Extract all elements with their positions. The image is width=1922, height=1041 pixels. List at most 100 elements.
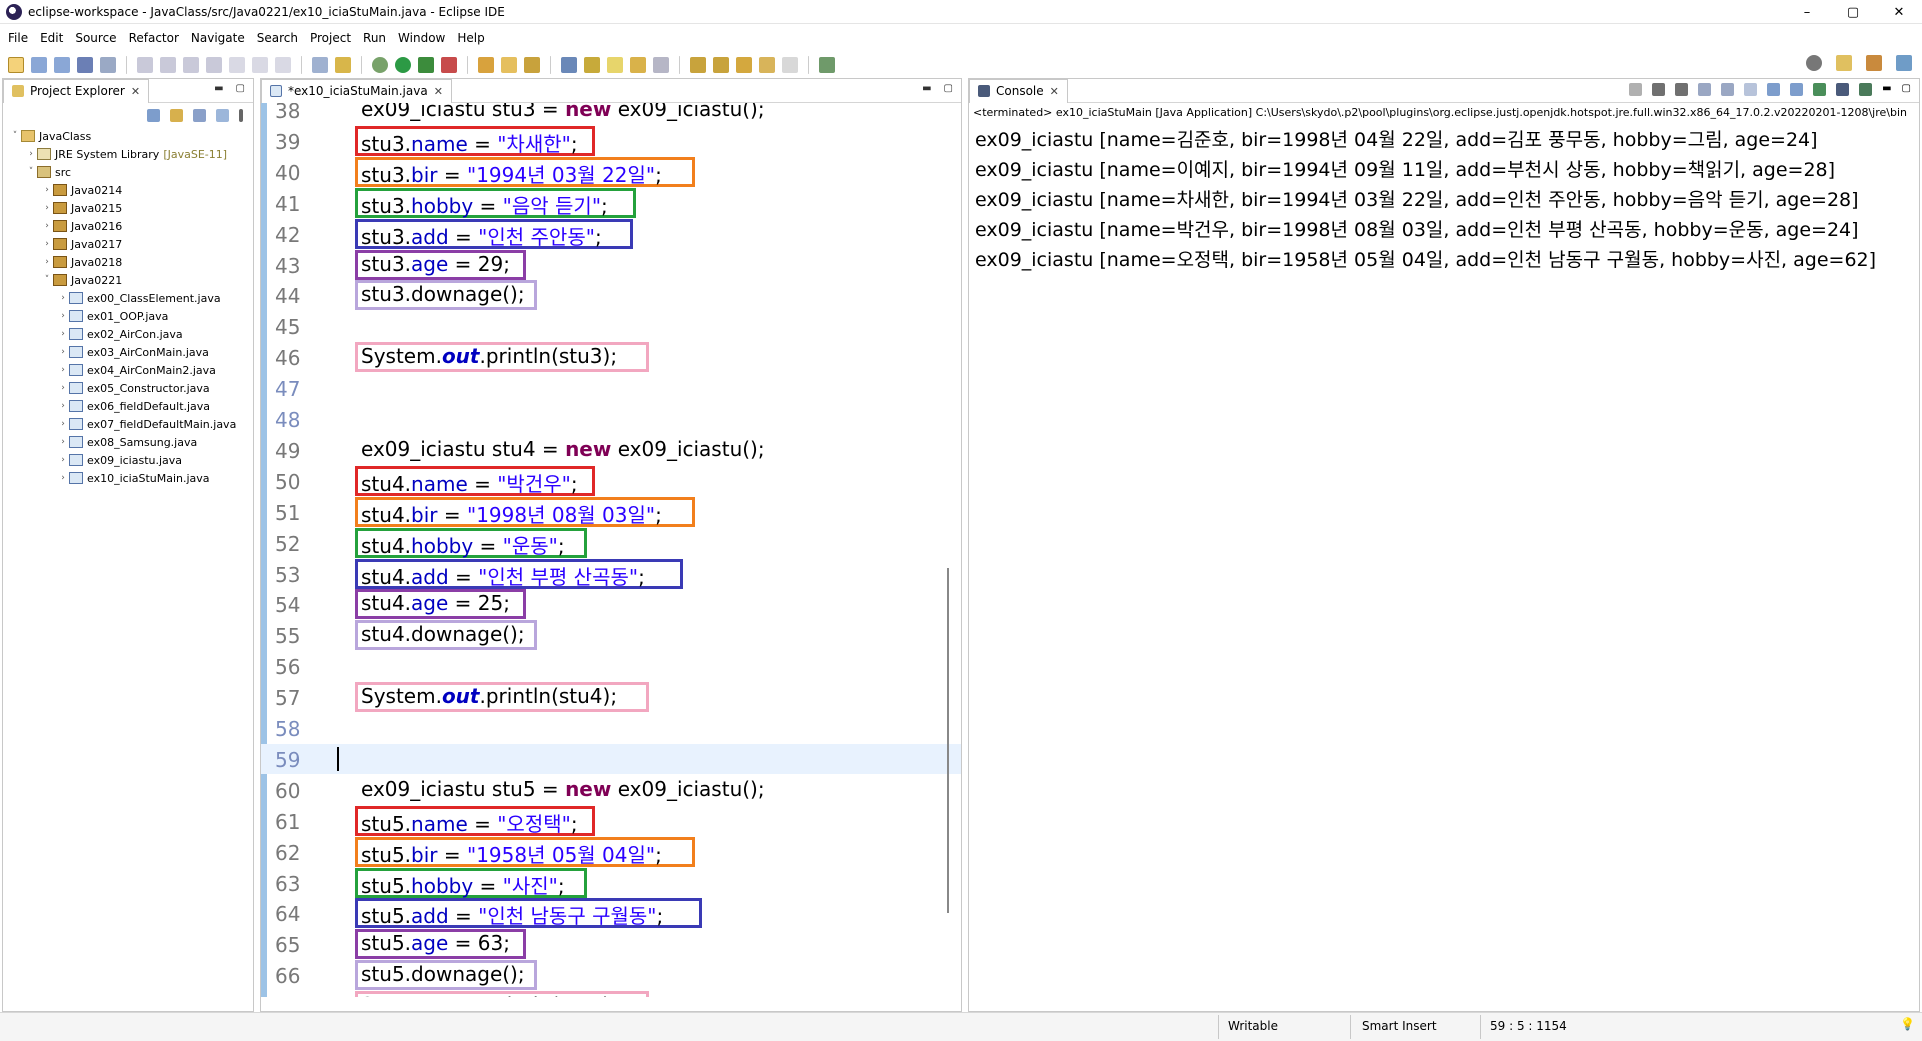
new-icon[interactable] [8,57,24,73]
toggle-block-selection-icon[interactable] [630,57,646,73]
menu-help[interactable]: Help [457,31,484,45]
step-into-icon[interactable] [229,57,245,73]
code-line[interactable]: 50 stu4.name = "박건우"; [261,465,961,496]
save-icon[interactable] [31,57,47,73]
close-icon[interactable]: ✕ [1050,85,1059,98]
forward-icon[interactable] [782,57,798,73]
code-line[interactable]: 66 stu5.downage(); [261,960,961,991]
resume-icon[interactable] [137,57,153,73]
menu-refactor[interactable]: Refactor [129,31,179,45]
chevron-right-icon[interactable]: › [41,203,53,213]
menu-source[interactable]: Source [75,31,116,45]
link-with-editor-icon[interactable] [170,108,183,122]
minimize-button[interactable]: – [1784,0,1830,24]
code-line[interactable]: 60 ex09_iciastu stu5 = new ex09_iciastu()… [261,775,961,805]
chevron-right-icon[interactable]: › [41,221,53,231]
tree-item[interactable]: › ex07_fieldDefaultMain.java [3,415,253,433]
code-line[interactable]: 51 stu4.bir = "1998년 08월 03일"; [261,496,961,527]
last-edit-location-icon[interactable] [736,57,752,73]
pin-console-icon[interactable] [1813,83,1827,96]
minimize-view-icon[interactable]: ▬ [922,83,931,94]
tree-item[interactable]: › ex10_iciaStuMain.java [3,469,253,487]
menu-file[interactable]: File [8,31,28,45]
chevron-down-icon[interactable]: ˅ [9,131,21,141]
refactor-icon[interactable] [335,57,351,73]
terminate-icon[interactable] [183,57,199,73]
code-line[interactable]: 39 stu3.name = "차새한"; [261,125,961,156]
code-line[interactable]: 52 stu4.hobby = "운동"; [261,527,961,558]
tree-item[interactable]: › ex02_AirCon.java [3,325,253,343]
open-type-icon[interactable] [561,57,577,73]
code-line[interactable]: 67 System.out.println(stu5); [261,991,961,997]
editor-vertical-scrollbar[interactable] [943,103,955,997]
maximize-view-icon[interactable]: ▢ [1902,83,1911,96]
minimize-view-icon[interactable]: ▬ [1882,83,1891,96]
chevron-right-icon[interactable]: › [41,239,53,249]
tree-item[interactable]: › JRE System Library [JavaSE-11] [3,145,253,163]
tree-item[interactable]: › Java0214 [3,181,253,199]
code-line[interactable]: 59 [261,743,961,774]
tree-item[interactable]: › ex01_OOP.java [3,307,253,325]
tree-item[interactable]: › Java0217 [3,235,253,253]
tree-item[interactable]: › ex05_Constructor.java [3,379,253,397]
chevron-right-icon[interactable]: › [57,455,69,465]
previous-annotation-icon[interactable] [713,57,729,73]
show-whitespace-icon[interactable] [653,57,669,73]
run-icon[interactable] [395,57,411,73]
code-line[interactable]: 55 stu4.downage(); [261,620,961,651]
new-class-icon[interactable] [524,57,540,73]
save-all-icon[interactable] [54,57,70,73]
minimize-view-icon[interactable]: ▬ [214,83,223,94]
chevron-right-icon[interactable]: › [57,365,69,375]
skip-breakpoints-icon[interactable] [100,57,116,73]
tree-item[interactable]: ˅ JavaClass [3,127,253,145]
show-on-output-icon[interactable] [1767,83,1781,96]
tree-item[interactable]: › ex00_ClassElement.java [3,289,253,307]
tree-item[interactable]: › Java0218 [3,253,253,271]
close-icon[interactable]: ✕ [434,85,443,98]
focus-icon[interactable] [216,108,229,122]
chevron-down-icon[interactable]: ˅ [25,167,37,177]
menu-edit[interactable]: Edit [40,31,63,45]
remove-launch-icon[interactable] [1652,83,1666,96]
code-line[interactable]: 48 [261,404,961,434]
chevron-right-icon[interactable]: › [41,257,53,267]
chevron-right-icon[interactable]: › [57,329,69,339]
code-line[interactable]: 65 stu5.age = 63; [261,929,961,960]
search-icon[interactable] [1806,55,1822,71]
new-java-project-icon[interactable] [478,57,494,73]
coverage-icon[interactable] [418,57,434,73]
tab-console[interactable]: Console ✕ [969,78,1068,103]
chevron-right-icon[interactable]: › [57,437,69,447]
tree-item[interactable]: › ex06_fieldDefault.java [3,397,253,415]
suspend-icon[interactable] [160,57,176,73]
code-line[interactable]: 54 stu4.age = 25; [261,589,961,620]
terminate-icon[interactable] [1629,83,1643,96]
console-output[interactable]: ex09_iciastu [name=김준호, bir=1998년 04월 22… [969,121,1919,275]
close-icon[interactable]: ✕ [131,85,140,98]
step-over-icon[interactable] [252,57,268,73]
code-line[interactable]: 57 System.out.println(stu4); [261,682,961,713]
editor-horizontal-scrollbar[interactable] [311,999,931,1009]
filter-icon[interactable] [193,108,206,122]
open-terminal-icon[interactable] [77,57,93,73]
chevron-right-icon[interactable]: › [57,473,69,483]
tree-item[interactable]: › ex04_AirConMain2.java [3,361,253,379]
maximize-view-icon[interactable]: ▢ [236,83,245,94]
menu-run[interactable]: Run [363,31,386,45]
build-icon[interactable] [312,57,328,73]
maximize-button[interactable]: ▢ [1830,0,1876,24]
chevron-right-icon[interactable]: › [57,347,69,357]
chevron-right-icon[interactable]: › [57,419,69,429]
tree-item[interactable]: › ex08_Samsung.java [3,433,253,451]
lightbulb-icon[interactable]: 💡 [1900,1017,1915,1031]
code-editor[interactable]: 38 ex09_iciastu stu3 = new ex09_iciastu()… [261,103,961,997]
code-line[interactable]: 53 stu4.add = "인천 부평 산곡동"; [261,558,961,589]
step-return-icon[interactable] [275,57,291,73]
tree-item[interactable]: › ex09_iciastu.java [3,451,253,469]
show-on-error-icon[interactable] [1790,83,1804,96]
open-perspective-icon[interactable] [1836,55,1852,71]
tree-item[interactable]: › Java0215 [3,199,253,217]
debug-icon[interactable] [372,57,388,73]
code-line[interactable]: 49 ex09_iciastu stu4 = new ex09_iciastu()… [261,435,961,465]
